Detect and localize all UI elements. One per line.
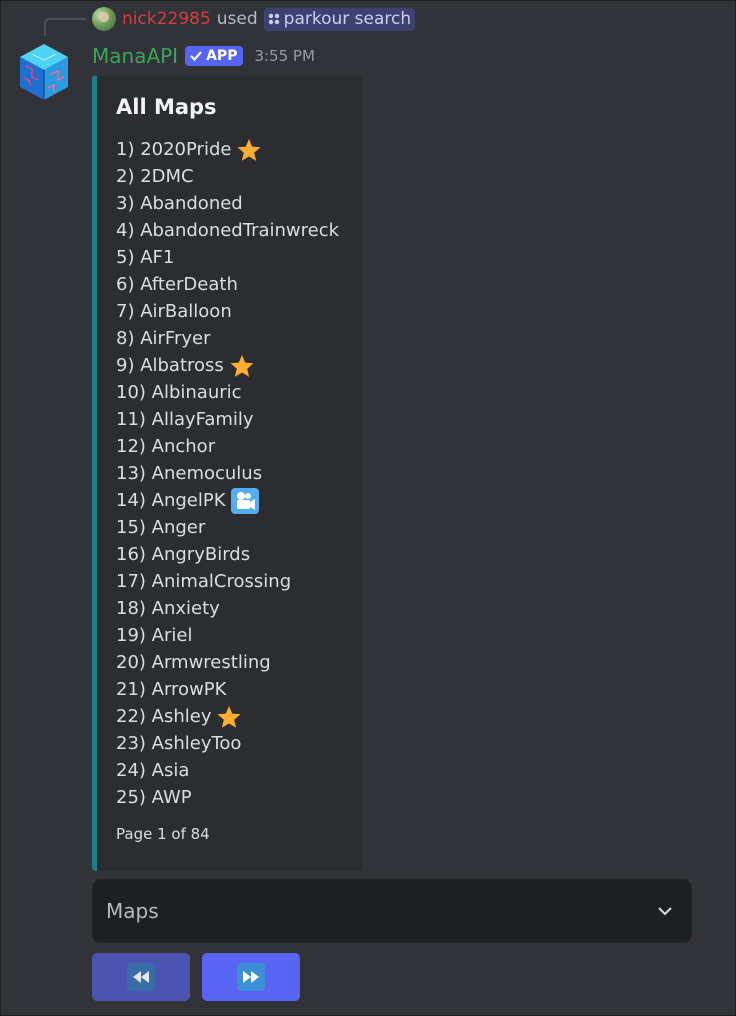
map-item-label: 19) Ariel (116, 625, 193, 646)
map-list-item: 11) AllayFamily (116, 406, 339, 433)
maps-select-menu[interactable]: Maps (92, 879, 692, 943)
map-item-label: 7) AirBalloon (116, 301, 232, 322)
map-item-label: 23) AshleyToo (116, 733, 242, 754)
map-item-label: 16) AngryBirds (116, 544, 251, 565)
map-item-label: 3) Abandoned (116, 193, 243, 214)
map-item-label: 22) Ashley (116, 706, 212, 727)
map-item-label: 6) AfterDeath (116, 274, 238, 295)
map-item-label: 21) ArrowPK (116, 679, 227, 700)
map-list-item: 25) AWP (116, 784, 339, 811)
map-item-label: 15) Anger (116, 517, 206, 538)
star-icon (229, 354, 255, 378)
map-item-label: 11) AllayFamily (116, 409, 254, 430)
map-item-label: 2) 2DMC (116, 166, 194, 187)
checkmark-icon (190, 50, 202, 61)
next-page-button[interactable] (202, 953, 300, 1001)
map-list-item: 22) Ashley (116, 703, 339, 730)
map-list-item: 17) AnimalCrossing (116, 568, 339, 595)
map-list-item: 9) Albatross (116, 352, 339, 379)
previous-page-button[interactable] (92, 953, 190, 1001)
map-list-item: 14) AngelPK (116, 487, 339, 514)
map-item-label: 17) AnimalCrossing (116, 571, 292, 592)
map-item-label: 25) AWP (116, 787, 192, 808)
map-item-label: 13) Anemoculus (116, 463, 263, 484)
map-item-label: 24) Asia (116, 760, 190, 781)
star-icon (216, 705, 242, 729)
fast-forward-icon (237, 963, 265, 991)
bot-avatar[interactable] (18, 42, 70, 102)
rewind-icon (127, 963, 155, 991)
select-placeholder: Maps (106, 899, 159, 923)
chevron-down-icon (658, 907, 672, 916)
app-badge-label: APP (206, 47, 238, 64)
reply-username[interactable]: nick22985 (122, 9, 211, 29)
map-item-label: 4) AbandonedTrainwreck (116, 220, 340, 241)
reply-used-text: used (216, 9, 258, 29)
map-list-item: 3) Abandoned (116, 190, 339, 217)
map-list-item: 7) AirBalloon (116, 298, 339, 325)
command-name: parkour search (283, 8, 412, 29)
map-list-item: 8) AirFryer (116, 325, 339, 352)
map-list-item: 6) AfterDeath (116, 271, 339, 298)
map-list-item: 4) AbandonedTrainwreck (116, 217, 339, 244)
command-icon (268, 13, 279, 24)
map-list-item: 5) AF1 (116, 244, 339, 271)
map-list-item: 21) ArrowPK (116, 676, 339, 703)
app-badge: APP (185, 46, 244, 66)
map-item-label: 1) 2020Pride (116, 139, 232, 160)
map-item-label: 10) Albinauric (116, 382, 242, 403)
map-list-item: 23) AshleyToo (116, 730, 339, 757)
map-list-item: 24) Asia (116, 757, 339, 784)
map-list: 1) 2020Pride 2) 2DMC 3) Abandoned 4) Abando… (116, 136, 339, 811)
map-item-label: 5) AF1 (116, 247, 175, 268)
map-list-item: 1) 2020Pride (116, 136, 339, 163)
movie-camera-icon (230, 487, 259, 514)
map-list-item: 20) Armwrestling (116, 649, 339, 676)
map-list-item: 12) Anchor (116, 433, 339, 460)
map-list-item: 16) AngryBirds (116, 541, 339, 568)
map-item-label: 18) Anxiety (116, 598, 220, 619)
message-timestamp[interactable]: 3:55 PM (254, 47, 314, 65)
map-list-item: 15) Anger (116, 514, 339, 541)
map-item-label: 20) Armwrestling (116, 652, 271, 673)
map-list-item: 10) Albinauric (116, 379, 339, 406)
embed-card: All Maps 1) 2020Pride 2) 2DMC 3) Abandoned… (92, 75, 363, 871)
reply-connector-line (44, 18, 86, 36)
map-list-item: 13) Anemoculus (116, 460, 339, 487)
bot-username[interactable]: ManaAPI (92, 44, 178, 68)
interaction-reply[interactable]: nick22985 used parkour search (92, 6, 416, 32)
map-item-label: 9) Albatross (116, 355, 224, 376)
user-avatar[interactable] (92, 7, 116, 31)
map-item-label: 12) Anchor (116, 436, 216, 457)
map-list-item: 2) 2DMC (116, 163, 339, 190)
star-icon (236, 138, 262, 162)
map-list-item: 18) Anxiety (116, 595, 339, 622)
slash-command-mention[interactable]: parkour search (263, 7, 416, 31)
embed-footer: Page 1 of 84 (116, 825, 210, 843)
map-item-label: 14) AngelPK (116, 490, 226, 511)
map-item-label: 8) AirFryer (116, 328, 211, 349)
map-list-item: 19) Ariel (116, 622, 339, 649)
message-header: ManaAPI APP 3:55 PM (92, 42, 315, 70)
embed-title: All Maps (116, 95, 217, 119)
